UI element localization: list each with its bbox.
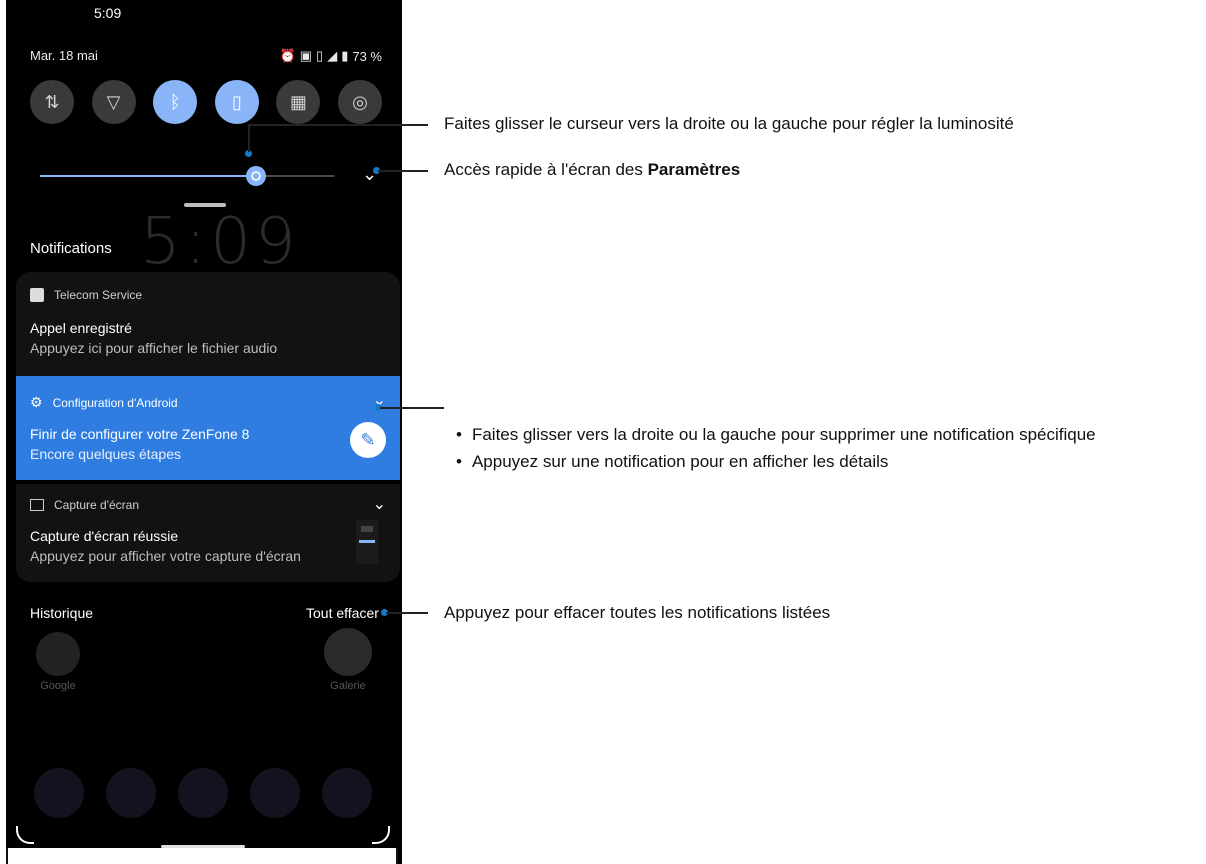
camera-icon: [322, 768, 372, 818]
google-folder-label: Google: [40, 680, 76, 692]
history-label[interactable]: Historique: [30, 605, 93, 621]
status-time: 5:09: [94, 5, 122, 21]
wifi-icon[interactable]: ▽: [91, 80, 136, 124]
status-icons: ⏰ ▣ ▯ ◢ ▮ 73 %: [280, 48, 382, 64]
vibrate-status-icon: ▯: [316, 48, 324, 63]
notifications-heading: Notifications: [30, 240, 112, 257]
annotation-swipe: • Faites glisser vers la droite ou la gau…: [456, 425, 1096, 445]
phone-screen: 5:09 Mar. 18 mai ⏰ ▣ ▯ ◢ ▮ 73 % ⇅ ▽ ᛒ ▯ …: [6, 0, 402, 864]
gallery-icon: [324, 628, 372, 676]
notification-title: Finir de configurer votre ZenFone 8: [30, 426, 250, 442]
battery-percent: 73 %: [352, 48, 382, 64]
notification-app-name: Telecom Service: [54, 288, 143, 302]
sun-icon: [251, 171, 261, 181]
annotation-swipe-text: Faites glisser vers la droite ou la gauc…: [471, 425, 1096, 444]
notification-title: Capture d'écran réussie: [30, 528, 179, 544]
alarm-icon: ⏰: [279, 48, 296, 63]
image-icon: [30, 499, 44, 511]
brightness-thumb[interactable]: [246, 166, 266, 186]
callout-line: [386, 612, 428, 614]
annotation-tap-text: Appuyez sur une notification pour en aff…: [471, 452, 889, 471]
magic-wand-icon: ✎: [350, 422, 386, 458]
chrome-icon: [250, 768, 300, 818]
screen-corner: [16, 826, 34, 844]
phone-frame-bottom: [6, 848, 398, 864]
notification-body: Appuyez pour afficher votre capture d'éc…: [30, 548, 301, 564]
notification-app-row: ⚙ Configuration d'Android: [30, 394, 178, 411]
status-date: Mar. 18 mai: [30, 48, 98, 63]
callout-line: [248, 124, 250, 152]
gallery-label: Galerie: [330, 680, 366, 692]
bluetooth-icon[interactable]: ᛒ: [153, 80, 198, 124]
notification-title: Appel enregistré: [30, 320, 132, 336]
gallery-app: Galerie: [324, 628, 372, 692]
lockscreen-clock: 5:09: [140, 205, 300, 279]
annotation-tap: • Appuyez sur une notification pour en af…: [456, 452, 888, 472]
hotspot-icon[interactable]: ◎: [337, 80, 382, 124]
annotation-settings: Accès rapide à l'écran des Paramètres: [444, 160, 740, 180]
bullet-icon: •: [456, 452, 462, 471]
notification-android-setup[interactable]: ⚙ Configuration d'Android ⌄ Finir de con…: [16, 376, 400, 480]
quick-settings-row: ⇅ ▽ ᛒ ▯ ▦ ◎: [30, 80, 382, 124]
bullet-icon: •: [456, 425, 462, 444]
battery-icon: ▮: [341, 48, 349, 63]
clear-all-button[interactable]: Tout effacer: [306, 605, 379, 621]
notification-app-name: Capture d'écran: [54, 498, 140, 512]
annotation-settings-bold: Paramètres: [647, 160, 741, 179]
notification-screenshot[interactable]: Capture d'écran ⌄ Capture d'écran réussi…: [16, 484, 400, 582]
brightness-fill: [40, 175, 252, 177]
google-folder-icon: [36, 632, 80, 676]
annotation-settings-text: Accès rapide à l'écran des: [444, 160, 648, 179]
qr-icon[interactable]: ▦: [276, 80, 321, 124]
notification-body: Appuyez ici pour afficher le fichier aud…: [30, 340, 278, 356]
annotation-clear: Appuyez pour effacer toutes les notifica…: [444, 603, 831, 622]
play-store-icon: [178, 768, 228, 818]
callout-line: [378, 170, 428, 172]
messages-app-icon: [106, 768, 156, 818]
callout-line: [248, 124, 428, 126]
vibrate-icon[interactable]: ▯: [214, 80, 259, 124]
screen-corner: [372, 826, 390, 844]
data-icon[interactable]: ⇅: [30, 80, 74, 124]
nfc-icon: ▣: [299, 48, 313, 63]
notification-telecom[interactable]: Telecom Service Appel enregistré Appuyez…: [16, 272, 400, 376]
notification-app-name: Configuration d'Android: [52, 395, 178, 410]
notification-app-row: Telecom Service: [30, 288, 142, 302]
screenshot-thumbnail: [356, 520, 378, 564]
signal-icon: ◢: [327, 48, 338, 63]
notification-body: Encore quelques étapes: [30, 446, 181, 462]
callout-line: [380, 407, 444, 409]
record-icon: [30, 288, 44, 302]
gear-icon: ⚙: [30, 394, 43, 410]
google-folder: Google: [36, 632, 80, 692]
brightness-slider[interactable]: [40, 175, 334, 177]
notification-app-row: Capture d'écran: [30, 498, 139, 512]
annotation-brightness: Faites glisser le curseur vers la droite…: [444, 114, 1014, 133]
chevron-down-icon[interactable]: ⌄: [373, 494, 386, 514]
phone-app-icon: [34, 768, 84, 818]
